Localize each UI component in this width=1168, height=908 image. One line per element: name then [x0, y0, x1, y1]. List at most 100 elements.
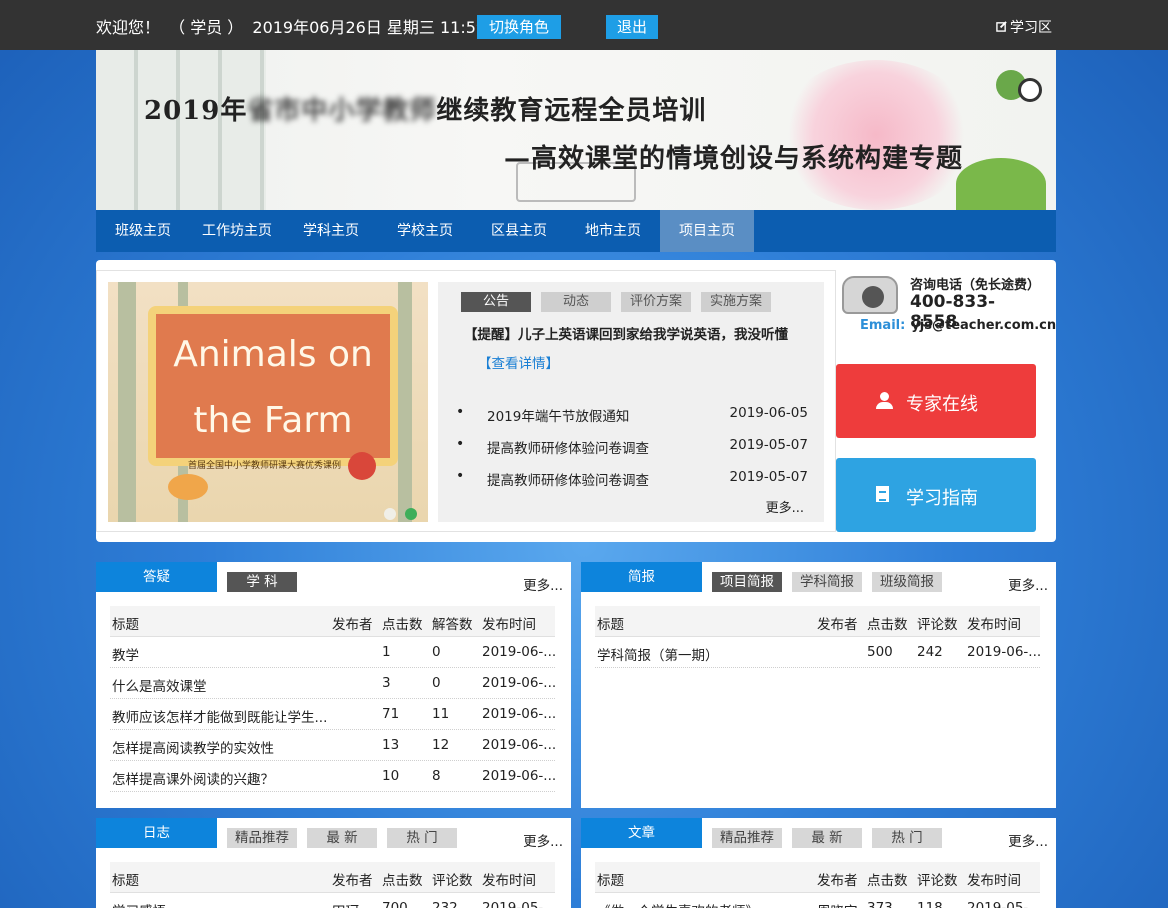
notice-headline[interactable]: 【提醒】儿子上英语课回到家给我学说英语，我没听懂 — [464, 323, 788, 343]
row-title[interactable]: 《做一个学生喜欢的老师》 — [597, 900, 812, 908]
notice-item-title[interactable]: 提高教师研修体验问卷调查 — [487, 469, 649, 489]
tab-news[interactable]: 动态 — [541, 292, 611, 312]
qa-tab-subject[interactable]: 学 科 — [227, 572, 297, 592]
logout-button[interactable]: 退出 — [606, 15, 658, 39]
tab-evaluation-plan[interactable]: 评价方案 — [621, 292, 691, 312]
table-row[interactable]: 《做一个学生喜欢的老师》 周晓宇 373 118 2019-05-... — [595, 893, 1042, 908]
table-row[interactable]: 什么是高效课堂 3 0 2019-06-... — [110, 668, 556, 699]
nav-city-home[interactable]: 地市主页 — [566, 210, 660, 252]
nav-school-home[interactable]: 学校主页 — [378, 210, 472, 252]
list-item[interactable]: • 提高教师研修体验问卷调查 2019-05-07 — [456, 466, 808, 498]
row-title[interactable]: 教学 — [112, 644, 327, 664]
journal-more-link[interactable]: 更多... — [523, 830, 563, 850]
list-item[interactable]: • 2019年端午节放假通知 2019-06-05 — [456, 402, 808, 434]
journal-panel: 日志 精品推荐 最 新 热 门 更多... 标题 发布者 点击数 评论数 发布时… — [96, 818, 571, 908]
row-comments: 232 — [432, 900, 458, 908]
table-header: 标题 发布者 点击数 评论数 发布时间 — [595, 862, 1040, 893]
row-clicks: 13 — [382, 737, 400, 753]
row-date: 2019-05-... — [967, 900, 1042, 908]
row-title[interactable]: 怎样提高课外阅读的兴趣？ — [112, 768, 327, 788]
row-title[interactable]: 学科简报（第一期） — [597, 644, 812, 664]
articles-tab-hot[interactable]: 热 门 — [872, 828, 942, 848]
table-row[interactable]: 教学 1 0 2019-06-... — [110, 637, 556, 668]
carousel-dot-1[interactable] — [384, 508, 396, 520]
email-value: yjs@teacher.com.cn — [911, 318, 1057, 333]
briefing-tab-project[interactable]: 项目简报 — [712, 572, 782, 592]
table-row[interactable]: 怎样提高阅读教学的实效性 13 12 2019-06-... — [110, 730, 556, 761]
slide-decoration — [398, 282, 412, 522]
top-bar: 欢迎您！ （ 学员 ） 2019年06月26日 星期三 11:59 切换角色 退… — [0, 0, 1168, 50]
study-area-link[interactable]: 学习区 — [996, 17, 1052, 37]
table-header: 标题 发布者 点击数 评论数 发布时间 — [595, 606, 1040, 637]
tab-implementation-plan[interactable]: 实施方案 — [701, 292, 771, 312]
row-title[interactable]: 怎样提高阅读教学的实效性 — [112, 737, 327, 757]
row-clicks: 10 — [382, 768, 400, 784]
carousel-dot-2[interactable] — [405, 508, 417, 520]
journal-title[interactable]: 日志 — [96, 818, 217, 848]
slide-decoration — [118, 282, 136, 522]
row-date: 2019-06-... — [482, 706, 557, 722]
row-answers: 0 — [432, 644, 441, 660]
row-title[interactable]: 教师应该怎样才能做到既能让学生... — [112, 706, 327, 726]
col-comments: 评论数 — [917, 617, 958, 633]
row-answers: 12 — [432, 737, 450, 753]
banner-title: 2019年省市中小学教师继续教育远程全员培训 — [144, 90, 706, 127]
notice-item-date: 2019-05-07 — [729, 469, 808, 485]
articles-panel: 文章 精品推荐 最 新 热 门 更多... 标题 发布者 点击数 评论数 发布时… — [581, 818, 1056, 908]
banner-window-image — [96, 50, 266, 210]
table-row[interactable]: 教师应该怎样才能做到既能让学生... 71 11 2019-06-... — [110, 699, 557, 730]
bullet-icon: • — [456, 404, 465, 420]
row-clicks: 700 — [382, 900, 408, 908]
briefing-tab-subject[interactable]: 学科简报 — [792, 572, 862, 592]
qa-more-link[interactable]: 更多... — [523, 574, 563, 594]
bullet-icon: • — [456, 436, 465, 452]
list-item[interactable]: • 提高教师研修体验问卷调查 2019-05-07 — [456, 434, 808, 466]
row-comments: 118 — [917, 900, 943, 908]
notice-more-link[interactable]: 更多... — [766, 497, 804, 516]
row-clicks: 3 — [382, 675, 391, 691]
articles-title[interactable]: 文章 — [581, 818, 702, 848]
articles-tab-featured[interactable]: 精品推荐 — [712, 828, 782, 848]
col-publisher: 发布者 — [817, 617, 858, 633]
datetime-text: 2019年06月26日 星期三 11:59 — [252, 18, 487, 37]
table-row[interactable]: 学习感悟 田珂 700 232 2019-05-... — [110, 893, 556, 908]
table-row[interactable]: 学科简报（第一期） 500 242 2019-06-... — [595, 637, 1041, 668]
expert-online-button[interactable]: 专家在线 — [836, 364, 1036, 438]
briefing-panel: 简报 项目简报 学科简报 班级简报 更多... 标题 发布者 点击数 评论数 发… — [581, 562, 1056, 808]
articles-table: 标题 发布者 点击数 评论数 发布时间 《做一个学生喜欢的老师》 周晓宇 373… — [595, 862, 1042, 908]
nav-subject-home[interactable]: 学科主页 — [284, 210, 378, 252]
notice-item-title[interactable]: 提高教师研修体验问卷调查 — [487, 437, 649, 457]
briefing-more-link[interactable]: 更多... — [1008, 574, 1048, 594]
row-clicks: 500 — [867, 644, 893, 660]
journal-tab-hot[interactable]: 热 门 — [387, 828, 457, 848]
row-title[interactable]: 学习感悟 — [112, 900, 327, 908]
journal-tab-featured[interactable]: 精品推荐 — [227, 828, 297, 848]
notice-item-title[interactable]: 2019年端午节放假通知 — [487, 405, 629, 425]
nav-district-home[interactable]: 区县主页 — [472, 210, 566, 252]
briefing-tab-class[interactable]: 班级简报 — [872, 572, 942, 592]
switch-role-button[interactable]: 切换角色 — [477, 15, 561, 39]
view-details-link[interactable]: 【查看详情】 — [478, 352, 559, 372]
briefing-title[interactable]: 简报 — [581, 562, 702, 592]
journal-tab-latest[interactable]: 最 新 — [307, 828, 377, 848]
row-title[interactable]: 什么是高效课堂 — [112, 675, 327, 695]
hotline-label: 咨询电话（免长途费） — [910, 278, 1041, 293]
row-publisher: 周晓宇 — [817, 900, 858, 908]
nav-project-home[interactable]: 项目主页 — [660, 210, 754, 252]
articles-tab-latest[interactable]: 最 新 — [792, 828, 862, 848]
notice-box: Animals on the Farm 首届全国中小学教师研课大赛优秀课例 公告… — [96, 270, 836, 532]
phone-icon — [842, 276, 898, 314]
notice-content: 公告 动态 评价方案 实施方案 【提醒】儿子上英语课回到家给我学说英语，我没听懂… — [438, 282, 824, 522]
nav-class-home[interactable]: 班级主页 — [96, 210, 190, 252]
bullet-icon: • — [456, 468, 465, 484]
banner-subtitle: —高效课堂的情境创设与系统构建专题 — [504, 144, 964, 174]
carousel-slide[interactable]: Animals on the Farm 首届全国中小学教师研课大赛优秀课例 — [108, 282, 428, 522]
tab-announcement[interactable]: 公告 — [461, 292, 531, 312]
articles-more-link[interactable]: 更多... — [1008, 830, 1048, 850]
qa-panel: 答疑 学 科 更多... 标题 发布者 点击数 解答数 发布时间 教学 1 0 … — [96, 562, 571, 808]
table-row[interactable]: 怎样提高课外阅读的兴趣？ 10 8 2019-06-... — [110, 761, 556, 792]
nav-workshop-home[interactable]: 工作坊主页 — [190, 210, 284, 252]
study-guide-button[interactable]: 学习指南 — [836, 458, 1036, 532]
qa-title[interactable]: 答疑 — [96, 562, 217, 592]
col-date: 发布时间 — [482, 617, 536, 633]
